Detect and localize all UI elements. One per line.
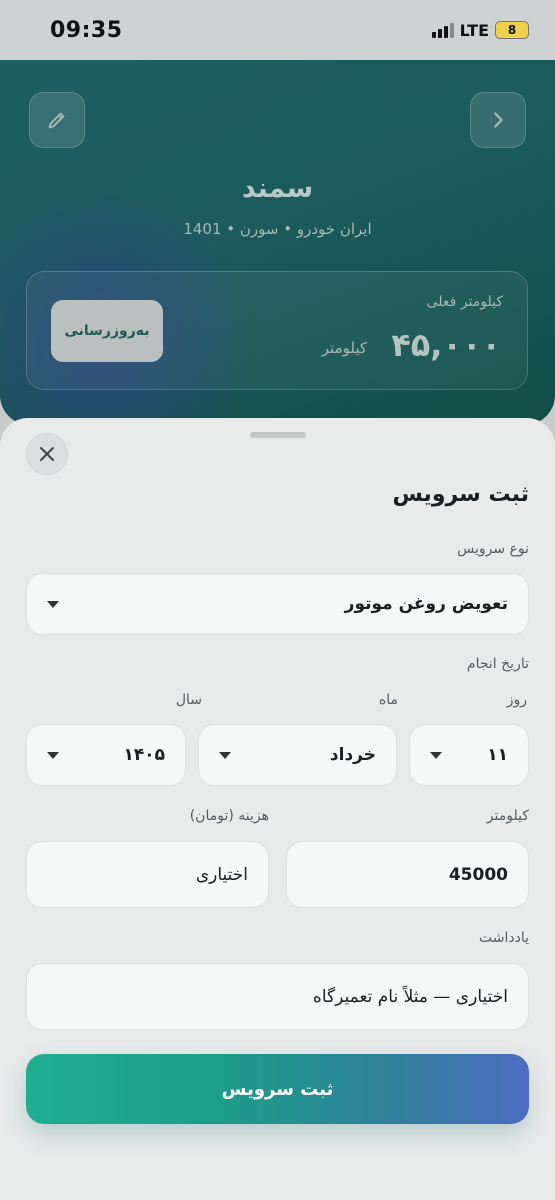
month-select[interactable]: خرداد — [198, 724, 397, 786]
service-type-select[interactable]: تعویض روغن موتور — [26, 573, 529, 635]
service-type-label: نوع سرویس — [457, 541, 529, 557]
car-name: سمند — [241, 173, 314, 204]
battery-level: 8 — [507, 23, 517, 37]
battery-icon: 8 — [495, 21, 529, 39]
close-button[interactable] — [26, 433, 68, 475]
service-type-value: تعویض روغن موتور — [344, 594, 508, 614]
update-km-button[interactable]: به‌روزرسانی — [51, 300, 163, 362]
note-input-placeholder: اختیاری — مثلاً نام تعمیرگاه — [312, 986, 508, 1007]
service-sheet: ثبت سرویس نوع سرویس تعویض روغن موتور تار… — [0, 418, 555, 1200]
year-label: سال — [175, 692, 202, 708]
signal-icon — [431, 22, 454, 38]
caret-down-icon — [219, 751, 231, 759]
day-label: روز — [506, 692, 527, 708]
day-select[interactable]: ۱۱ — [409, 724, 529, 786]
back-button[interactable] — [470, 92, 526, 148]
cost-label: هزینه (تومان) — [189, 808, 269, 824]
close-icon — [40, 447, 54, 461]
month-label: ماه — [378, 692, 398, 708]
current-km-label: کیلومتر فعلی — [426, 294, 503, 310]
car-details: ایران خودرو • سورن • 1401 — [183, 220, 372, 238]
km-input-value: 45000 — [448, 864, 508, 885]
current-km-unit: کیلومتر — [321, 339, 367, 357]
sheet-handle[interactable] — [250, 432, 306, 438]
chevron-right-icon — [494, 112, 503, 128]
note-input[interactable]: اختیاری — مثلاً نام تعمیرگاه — [26, 963, 529, 1030]
year-select[interactable]: ۱۴۰۵ — [26, 724, 186, 786]
note-label: یادداشت — [479, 930, 529, 946]
month-value: خرداد — [329, 745, 376, 765]
submit-service-button[interactable]: ثبت سرویس — [26, 1054, 529, 1124]
day-value: ۱۱ — [487, 745, 508, 765]
car-header: سمند ایران خودرو • سورن • 1401 کیلومتر ف… — [0, 60, 555, 425]
year-value: ۱۴۰۵ — [123, 745, 165, 765]
caret-down-icon — [47, 751, 59, 759]
current-km-value: ۴۵,۰۰۰ — [391, 326, 501, 364]
current-km-card: کیلومتر فعلی ۴۵,۰۰۰ کیلومتر به‌روزرسانی — [26, 271, 528, 390]
network-type: LTE — [459, 20, 489, 40]
edit-button[interactable] — [29, 92, 85, 148]
sheet-title: ثبت سرویس — [392, 482, 529, 507]
km-label: کیلومتر — [486, 808, 529, 824]
pencil-icon — [48, 112, 65, 129]
date-label: تاریخ انجام — [466, 656, 529, 672]
km-input[interactable]: 45000 — [286, 841, 529, 908]
status-bar: 09:35 LTE 8 — [0, 0, 555, 60]
cost-input-placeholder: اختیاری — [195, 864, 248, 885]
caret-down-icon — [430, 751, 442, 759]
cost-input[interactable]: اختیاری — [26, 841, 269, 908]
status-indicators: LTE 8 — [431, 20, 529, 40]
caret-down-icon — [47, 600, 59, 608]
status-time: 09:35 — [50, 17, 123, 43]
